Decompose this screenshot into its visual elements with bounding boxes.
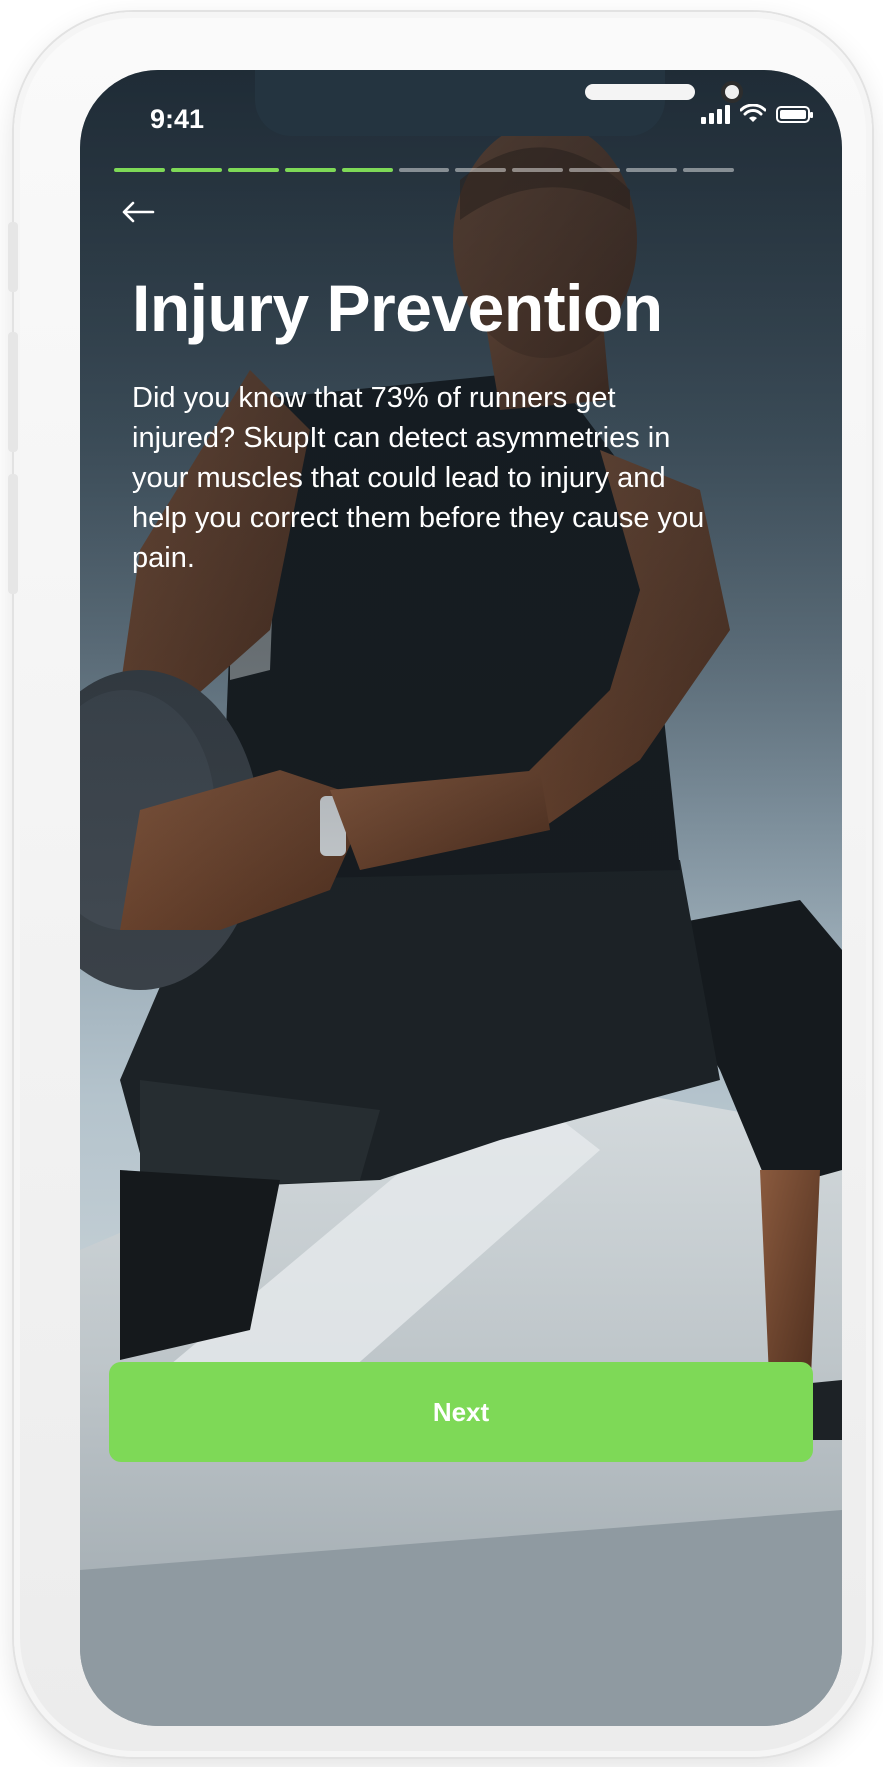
progress-segment bbox=[284, 168, 336, 172]
page-title: Injury Prevention bbox=[132, 271, 663, 345]
earpiece-speaker bbox=[585, 84, 695, 100]
device-volume-down-button bbox=[8, 474, 18, 594]
front-camera bbox=[721, 81, 743, 103]
progress-segment bbox=[341, 168, 393, 172]
progress-segment bbox=[683, 168, 734, 172]
progress-segment bbox=[170, 168, 222, 172]
app-screen: 9:41 Injury Prevention Did you know that… bbox=[80, 70, 842, 1726]
status-icons bbox=[701, 104, 813, 124]
phone-frame: 9:41 Injury Prevention Did you know that… bbox=[8, 12, 872, 1757]
next-button[interactable]: Next bbox=[109, 1362, 813, 1462]
onboarding-progress bbox=[114, 168, 734, 172]
progress-segment bbox=[398, 168, 450, 172]
device-volume-up-button bbox=[8, 332, 18, 452]
status-time: 9:41 bbox=[150, 104, 205, 134]
progress-segment bbox=[626, 168, 678, 172]
cellular-signal-icon bbox=[701, 104, 730, 124]
progress-segment bbox=[569, 168, 621, 172]
arrow-left-icon bbox=[122, 201, 155, 223]
wifi-icon bbox=[740, 104, 766, 122]
device-side-button bbox=[8, 222, 18, 292]
device-notch bbox=[255, 70, 743, 136]
back-button[interactable] bbox=[114, 188, 162, 236]
progress-segment bbox=[455, 168, 507, 172]
progress-segment bbox=[227, 168, 279, 172]
battery-icon bbox=[776, 105, 813, 123]
page-description: Did you know that 73% of runners get inj… bbox=[132, 382, 705, 574]
progress-segment bbox=[512, 168, 564, 172]
progress-segment bbox=[114, 168, 165, 172]
